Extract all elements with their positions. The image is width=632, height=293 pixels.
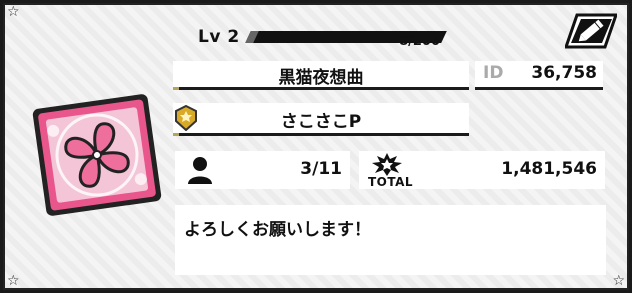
- clover-emblem-icon: [32, 93, 162, 218]
- player-name: さこさこP: [280, 112, 362, 132]
- level-label: Lv 2: [198, 27, 240, 47]
- circle-name: 黒猫夜想曲: [278, 68, 364, 88]
- exp-value: 8/200: [399, 34, 440, 49]
- total-value: 1,481,546: [501, 159, 597, 179]
- pencil-icon: [563, 13, 619, 49]
- star-icon: ☆: [612, 273, 625, 289]
- divider: [173, 87, 469, 90]
- total-stat: TOTAL 1,481,546: [359, 151, 605, 189]
- comment-text: よろしくお願いします！: [184, 220, 371, 240]
- id-value: 36,758: [531, 63, 597, 83]
- star-icon: ☆: [7, 4, 20, 20]
- members-count: 3/11: [300, 159, 342, 179]
- edit-profile-button[interactable]: [563, 13, 619, 49]
- exp-bar: 8/200: [245, 31, 447, 51]
- id-field: ID 36,758: [475, 61, 603, 87]
- divider: [173, 133, 469, 136]
- person-icon: [187, 156, 213, 184]
- id-label: ID: [483, 63, 504, 83]
- members-stat: 3/11: [175, 151, 350, 189]
- star-icon: ☆: [7, 273, 20, 289]
- divider: [475, 87, 603, 90]
- comment-box: よろしくお願いします！: [175, 205, 606, 275]
- total-label: TOTAL: [368, 175, 414, 189]
- circle-name-field: 黒猫夜想曲: [173, 61, 469, 88]
- circle-profile-card: ☆ ☆ ☆ Lv 2 8/200 黒猫夜想曲 ID 36,758 さこさこP 3…: [3, 3, 629, 290]
- player-name-field: さこさこP: [173, 103, 469, 133]
